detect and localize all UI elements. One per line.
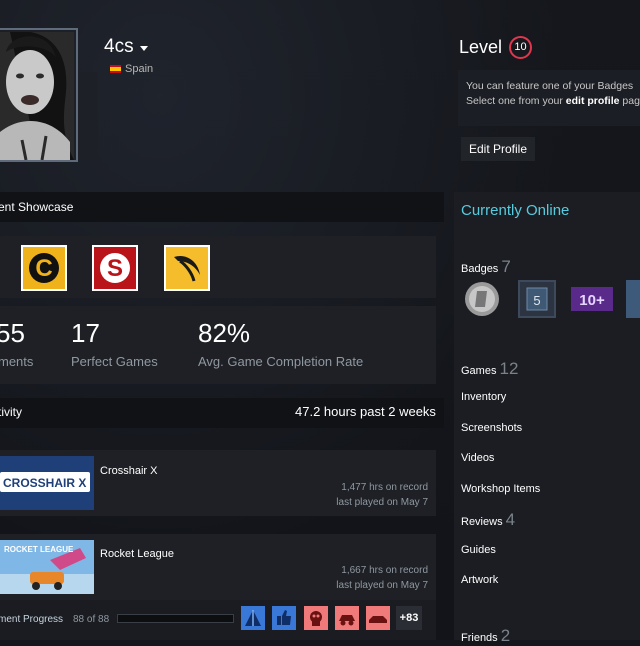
- videos-link[interactable]: Videos: [461, 452, 494, 464]
- achievement-c-icon[interactable]: C: [21, 245, 67, 291]
- game-last-played: last played on May 7: [336, 580, 428, 591]
- game-last-played: last played on May 7: [336, 497, 428, 508]
- reviews-count: 4: [505, 510, 516, 529]
- online-status: Currently Online: [461, 202, 570, 219]
- friends-link[interactable]: Friends 2: [461, 626, 510, 646]
- badge-partial-icon[interactable]: [626, 280, 640, 318]
- achievement-tent-icon[interactable]: [241, 606, 265, 630]
- recent-activity-title: tivity: [0, 405, 22, 419]
- games-count: 12: [499, 359, 519, 378]
- inventory-link[interactable]: Inventory: [461, 391, 506, 403]
- avatar-frame-shadow: [78, 72, 98, 160]
- feature-line-2: Select one from your edit profile pag: [466, 95, 640, 107]
- game-name[interactable]: Rocket League: [100, 548, 174, 560]
- game-hours: 1,667 hrs on record: [341, 565, 428, 576]
- showcase-title: ent Showcase: [0, 200, 74, 214]
- game-hours: 1,477 hrs on record: [341, 482, 428, 493]
- username[interactable]: 4cs: [104, 36, 134, 58]
- badges-label[interactable]: Badges: [461, 263, 498, 275]
- edit-profile-link[interactable]: edit profile: [566, 95, 620, 107]
- stat-completion-label: Avg. Game Completion Rate: [198, 354, 364, 369]
- recent-activity-hours: 47.2 hours past 2 weeks: [295, 404, 436, 419]
- achievement-car-icon[interactable]: [335, 606, 359, 630]
- achievement-feather-icon[interactable]: [164, 245, 210, 291]
- country-name: Spain: [125, 63, 154, 75]
- stat-perfect-games-label: Perfect Games: [71, 354, 158, 369]
- level-label: Level: [459, 37, 503, 57]
- achievement-progress-label: ment Progress: [0, 614, 64, 625]
- games-link[interactable]: Games 12: [461, 359, 518, 379]
- badge-coin-icon[interactable]: [463, 280, 501, 318]
- stat-completion-value: 82%: [198, 318, 251, 348]
- reviews-label[interactable]: Reviews: [461, 516, 503, 528]
- guides-link[interactable]: Guides: [461, 544, 496, 556]
- more-achievements-button[interactable]: +83: [396, 606, 422, 630]
- friends-count: 2: [500, 626, 511, 645]
- crosshair-x-logo-text: CROSSHAIR X: [3, 476, 86, 490]
- svg-text:C: C: [35, 255, 52, 282]
- feature-badge-text: You can feature one of your Badges Selec…: [466, 79, 640, 109]
- chevron-down-icon[interactable]: [140, 46, 148, 51]
- workshop-items-link[interactable]: Workshop Items: [461, 483, 540, 495]
- achievement-skull-icon[interactable]: [304, 606, 328, 630]
- achievement-thumbs-up-icon[interactable]: [272, 606, 296, 630]
- level-badge[interactable]: 10: [509, 36, 532, 59]
- badge-years-icon[interactable]: 10+: [570, 280, 614, 318]
- rocket-league-logo-text: ROCKET LEAGUE: [4, 545, 74, 554]
- achievement-car-icon[interactable]: [366, 606, 390, 630]
- artwork-link[interactable]: Artwork: [461, 574, 498, 586]
- crosshair-x-capsule[interactable]: CROSSHAIR X: [0, 456, 94, 510]
- stat-achievements-value: 55: [0, 318, 25, 348]
- achievement-progress-fill: [118, 615, 233, 622]
- rocket-league-capsule[interactable]: ROCKET LEAGUE: [0, 540, 94, 594]
- svg-text:10+: 10+: [579, 292, 605, 309]
- achievement-progress-count: 88 of 88: [73, 614, 110, 625]
- badge-level-icon[interactable]: 5: [518, 280, 556, 318]
- badges-count: 7: [501, 257, 511, 276]
- svg-text:5: 5: [533, 293, 540, 308]
- svg-text:S: S: [107, 255, 123, 282]
- achievement-s-icon[interactable]: S: [92, 245, 138, 291]
- game-name[interactable]: Crosshair X: [100, 465, 157, 477]
- games-label[interactable]: Games: [461, 365, 496, 377]
- spain-flag-icon: [110, 65, 121, 73]
- avatar[interactable]: [0, 32, 74, 160]
- stat-achievements-label: ments: [0, 354, 34, 369]
- stat-perfect-games-value: 17: [71, 318, 100, 348]
- edit-profile-button[interactable]: Edit Profile: [461, 137, 535, 161]
- feature-line-1: You can feature one of your Badges: [466, 80, 634, 92]
- reviews-link[interactable]: Reviews 4: [461, 510, 515, 530]
- avatar-image: [0, 32, 74, 160]
- friends-label[interactable]: Friends: [461, 632, 498, 644]
- badges-link[interactable]: Badges 7: [461, 257, 511, 277]
- screenshots-link[interactable]: Screenshots: [461, 422, 522, 434]
